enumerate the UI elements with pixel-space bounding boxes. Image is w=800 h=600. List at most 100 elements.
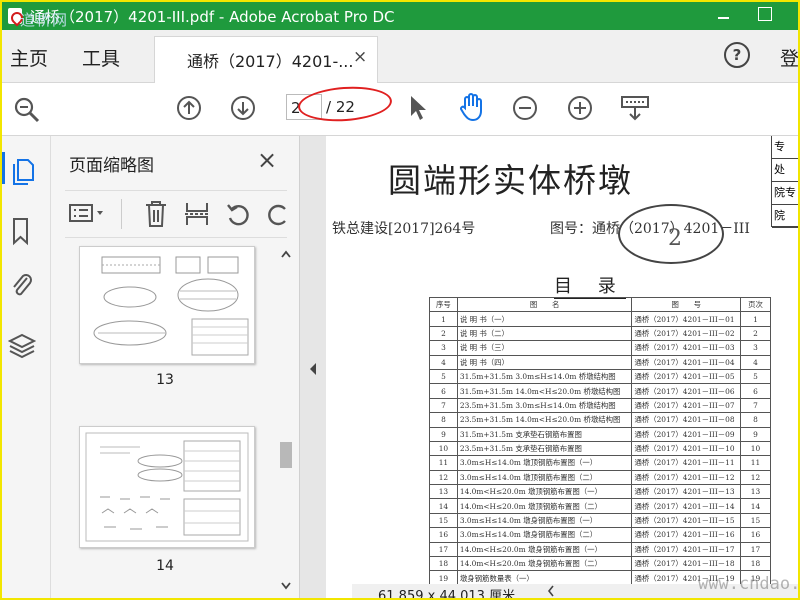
help-icon[interactable]: ? [724,42,750,68]
toc-cell: 11 [429,455,458,471]
toc-cell: 说 明 书（四） [456,354,633,370]
toc-cell: 12 [740,469,771,486]
tab-home[interactable]: 主页 [10,44,48,71]
toc-row: 4说 明 书（四） 通桥（2017）4201－III－04 4 [429,354,771,370]
app-window: 通桥（2017）4201-III.pdf - Adobe Acrobat Pro… [0,0,800,600]
thumbnail-label-14: 14 [156,558,174,574]
toc-cell: 10 [429,440,458,457]
scrollbar-thumb[interactable] [280,442,292,468]
hand-tool-icon[interactable] [456,91,488,123]
toc-header: 序号 [429,296,458,313]
thumbnail-scrollbar[interactable] [279,248,293,593]
scroll-up-icon[interactable] [279,248,293,260]
close-tab-icon[interactable]: × [353,47,367,67]
tab-document[interactable]: 通桥（2017）4201-... × [154,36,378,84]
toc-cell: 31.5m+31.5m 3.0m≤H≤14.0m 桥墩结构图 [456,368,633,385]
attachment-icon[interactable] [8,270,36,300]
toc-cell: 通桥（2017）4201－III－03 [631,340,742,356]
toc-cell: 3 [429,340,458,356]
toc-cell: 4 [740,354,771,370]
pdf-page: 专 处 院专 院 圆端形实体桥墩 铁总建设[2017]264号 图号：通桥（20… [326,136,798,598]
toc-header: 页次 [740,296,771,313]
toc-row: 16 3.0m≤H≤14.0m 墩身钢筋布置图（二） 通桥（2017）4201－II… [429,527,771,543]
previous-page-icon[interactable] [176,95,202,121]
toc-row: 7 23.5m+31.5m 3.0m≤H≤14.0m 桥墩结构图 通桥（2017）4… [429,397,771,414]
toc-cell: 8 [429,412,458,428]
toc-cell: 通桥（2017）4201－III－09 [631,426,742,442]
select-cursor-icon[interactable] [406,93,430,123]
maximize-button[interactable] [758,7,772,21]
toc-cell: 31.5m+31.5m 支承垫石钢筋布置图 [456,426,633,442]
panel-close-icon[interactable]: × [257,146,277,174]
thumbnail-options-icon[interactable] [69,203,109,225]
toc-cell: 通桥（2017）4201－III－18 [631,556,742,572]
rotate-right-icon[interactable] [265,201,287,229]
toc-cell: 通桥（2017）4201－III－10 [631,440,742,457]
toc-cell: 13 [740,484,771,500]
toc-row: 18 14.0m<H≤20.0m 墩身钢筋布置图（二） 通桥（2017）4201－I… [429,556,771,572]
zoom-out-icon[interactable] [512,95,538,121]
toc-cell: 17 [740,541,771,558]
toc-cell: 23.5m+31.5m 3.0m≤H≤14.0m 桥墩结构图 [456,397,633,414]
toc-cell: 3.0m≤H≤14.0m 墩顶钢筋布置图（二） [456,469,633,486]
toc-cell: 说 明 书（二） [456,325,633,342]
layers-icon[interactable] [8,332,36,360]
toc-cell: 16 [740,527,771,543]
extract-page-icon[interactable] [183,199,211,229]
login-button[interactable]: 登 [780,44,798,71]
toc-cell: 3.0m≤H≤14.0m 墩顶钢筋布置图（一） [456,455,633,471]
toolbar: 2 / 22 [2,83,798,136]
toc-row: 3说 明 书（三） 通桥（2017）4201－III－03 3 [429,340,771,356]
scroll-down-icon[interactable] [279,580,293,592]
thumbnail-label-13: 13 [156,372,174,388]
keyboard-download-icon[interactable] [620,95,650,123]
toc-cell: 5 [429,368,458,385]
tab-tools[interactable]: 工具 [82,44,120,71]
collapse-panel-icon[interactable] [308,362,318,376]
toc-cell: 5 [740,368,771,385]
toc-row: 2说 明 书（二） 通桥（2017）4201－III－02 2 [429,325,771,342]
toc-cell: 3.0m≤H≤14.0m 墩身钢筋布置图（二） [456,527,633,543]
toc-cell: 通桥（2017）4201－III－01 [631,311,742,327]
panel-title: 页面缩略图 [69,156,154,176]
toc-cell: 2 [740,325,771,342]
zoom-search-icon[interactable] [12,95,42,125]
scroll-left-icon[interactable] [546,584,556,598]
document-view: 专 处 院专 院 圆端形实体桥墩 铁总建设[2017]264号 图号：通桥（20… [300,136,798,598]
next-page-icon[interactable] [230,95,256,121]
toc-cell: 通桥（2017）4201－III－12 [631,469,742,486]
toc-cell: 6 [429,383,458,399]
left-rail [2,136,51,598]
title-block-cell: 院 [772,205,798,228]
page-thumbnails-icon[interactable] [10,156,36,186]
zoom-in-icon[interactable] [567,95,593,121]
toc-cell: 通桥（2017）4201－III－14 [631,498,742,514]
toc-cell: 通桥（2017）4201－III－16 [631,527,742,543]
bookmark-icon[interactable] [10,216,32,246]
toc-cell: 11 [740,455,771,471]
title-bar: 通桥（2017）4201-III.pdf - Adobe Acrobat Pro… [2,2,798,30]
page-thumbnail-14[interactable] [79,426,255,548]
thumbnail-drawing [93,256,249,356]
toc-cell: 9 [740,426,771,442]
rotate-left-icon[interactable] [225,201,253,229]
page-thumbnail-13[interactable] [79,246,255,364]
toc-cell: 14.0m<H≤20.0m 墩身钢筋布置图（一） [456,541,633,558]
toc-row: 13 14.0m<H≤20.0m 墩顶钢筋布置图（一） 通桥（2017）4201－I… [429,484,771,500]
toc-cell: 10 [740,440,771,457]
toc-cell: 18 [740,556,771,572]
minimize-button[interactable] [712,6,736,26]
toc-cell: 17 [429,541,458,558]
toc-cell: 16 [429,527,458,543]
delete-page-icon[interactable] [143,199,169,229]
window-title: 通桥（2017）4201-III.pdf - Adobe Acrobat Pro… [30,8,395,26]
toc-row: 10 23.5m+31.5m 支承垫石钢筋布置图 通桥（2017）4201－III－… [429,440,771,457]
toc-cell: 通桥（2017）4201－III－07 [631,397,742,414]
toc-cell: 7 [740,397,771,414]
rail-active-indicator [2,152,5,184]
toc-row: 9 31.5m+31.5m 支承垫石钢筋布置图 通桥（2017）4201－III－0… [429,426,771,442]
toc-cell: 通桥（2017）4201－III－08 [631,412,742,428]
toc-cell: 3 [740,340,771,356]
toc-cell: 通桥（2017）4201－III－06 [631,383,742,399]
toc-row: 12 3.0m≤H≤14.0m 墩顶钢筋布置图（二） 通桥（2017）4201－II… [429,469,771,486]
